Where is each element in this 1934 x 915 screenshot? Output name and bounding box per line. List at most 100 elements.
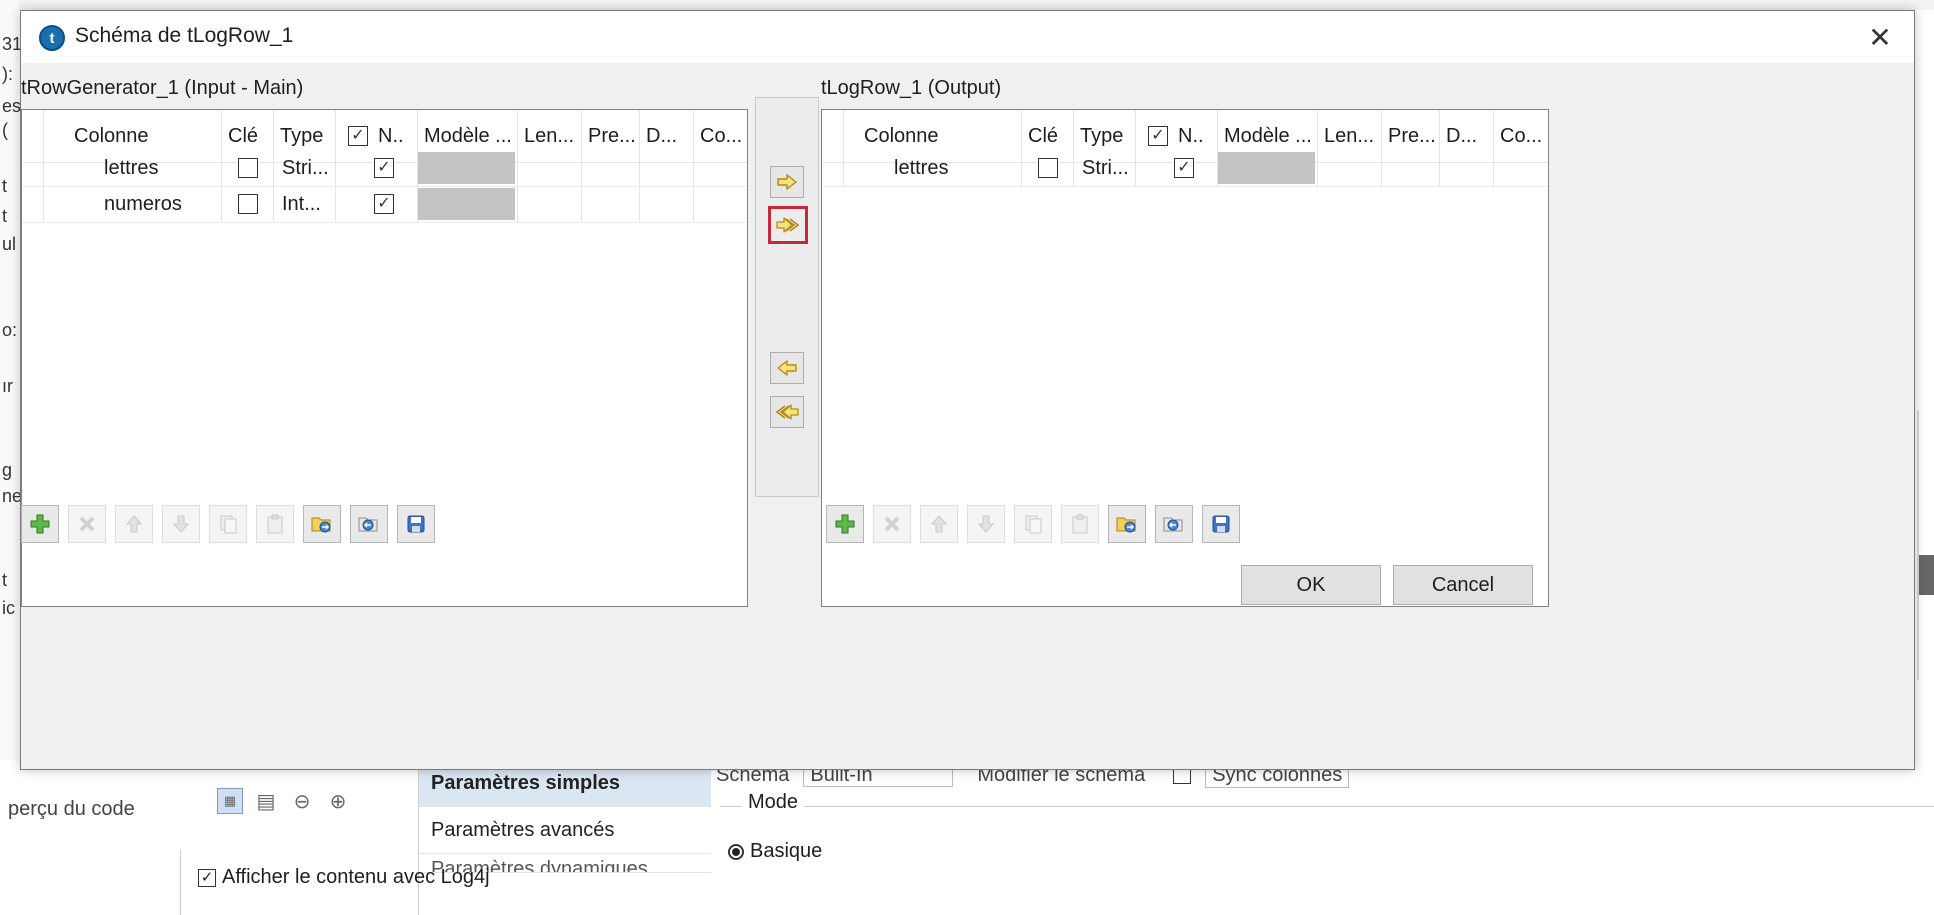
move-down-button[interactable] bbox=[967, 505, 1005, 543]
move-up-icon bbox=[125, 515, 143, 533]
table-row[interactable]: numeros Int... ✓ bbox=[22, 186, 747, 223]
cell-colonne[interactable]: lettres bbox=[44, 150, 222, 186]
move-down-button[interactable] bbox=[162, 505, 200, 543]
delete-row-button[interactable] bbox=[68, 505, 106, 543]
paste-button[interactable] bbox=[256, 505, 294, 543]
paste-icon bbox=[1072, 514, 1088, 534]
copy-selected-right-button[interactable] bbox=[770, 166, 804, 198]
add-row-button[interactable] bbox=[826, 505, 864, 543]
background-text-fragment: t bbox=[2, 206, 8, 226]
expand-icon[interactable]: ⊕ bbox=[325, 788, 351, 814]
cell-nullable[interactable]: ✓ bbox=[336, 150, 418, 186]
arrow-left-icon bbox=[777, 360, 797, 376]
cell-default[interactable] bbox=[1440, 150, 1494, 186]
key-checkbox[interactable] bbox=[1037, 158, 1058, 178]
delete-icon bbox=[79, 516, 95, 532]
dialog-titlebar: t Schéma de tLogRow_1 ✕ bbox=[21, 11, 1914, 63]
log4j-checkbox[interactable]: ✓ bbox=[198, 868, 216, 887]
page-icon[interactable]: ▤ bbox=[253, 788, 279, 814]
move-up-button[interactable] bbox=[115, 505, 153, 543]
paste-button[interactable] bbox=[1061, 505, 1099, 543]
mode-group: Mode bbox=[720, 791, 1934, 847]
cell-type[interactable]: Stri... bbox=[274, 150, 336, 186]
move-up-button[interactable] bbox=[920, 505, 958, 543]
table-row[interactable]: lettres Stri... ✓ bbox=[822, 150, 1548, 187]
tab-parametres-avances[interactable]: Paramètres avancés bbox=[419, 807, 711, 854]
import-button[interactable] bbox=[303, 505, 341, 543]
copy-all-left-button[interactable] bbox=[770, 396, 804, 428]
cell-comment[interactable] bbox=[694, 186, 747, 222]
export-icon bbox=[1163, 517, 1183, 532]
key-checkbox[interactable] bbox=[237, 194, 258, 214]
background-text-fragment: ır bbox=[2, 376, 13, 396]
cell-precision[interactable] bbox=[582, 150, 640, 186]
cell-modele[interactable] bbox=[418, 186, 518, 222]
add-row-button[interactable] bbox=[21, 505, 59, 543]
save-button[interactable] bbox=[1202, 505, 1240, 543]
nullable-all-checkbox[interactable]: ✓ bbox=[1148, 126, 1168, 146]
cell-type[interactable]: Stri... bbox=[1074, 150, 1136, 186]
radio-basique-label: Basique bbox=[750, 840, 823, 862]
cell-length[interactable] bbox=[1318, 150, 1382, 186]
copy-button[interactable] bbox=[1014, 505, 1052, 543]
copy-button[interactable] bbox=[209, 505, 247, 543]
cell-nullable[interactable]: ✓ bbox=[1136, 150, 1218, 186]
background-text-fragment: t bbox=[2, 570, 8, 590]
radio-basique[interactable]: Basique bbox=[728, 840, 822, 863]
apercu-code-label: perçu du code bbox=[8, 798, 135, 820]
copy-selected-left-button[interactable] bbox=[770, 352, 804, 384]
export-button[interactable] bbox=[350, 505, 388, 543]
cell-comment[interactable] bbox=[694, 150, 747, 186]
apercu-toolbar: ▦ ▤ ⊖ ⊕ bbox=[217, 788, 351, 814]
cell-type[interactable]: Int... bbox=[274, 186, 336, 222]
layout-icon[interactable]: ▦ bbox=[217, 788, 243, 814]
nullable-checkbox[interactable]: ✓ bbox=[374, 158, 394, 178]
cancel-button[interactable]: Cancel bbox=[1393, 565, 1533, 605]
background-divider bbox=[180, 850, 181, 915]
input-table-toolbar bbox=[21, 499, 435, 549]
copy-icon bbox=[1025, 515, 1042, 534]
export-icon bbox=[358, 517, 378, 532]
key-checkbox[interactable] bbox=[237, 158, 258, 178]
cell-cle[interactable] bbox=[1022, 150, 1074, 186]
log4j-option[interactable]: ✓ Afficher le contenu avec Log4j bbox=[198, 866, 490, 889]
cell-cle[interactable] bbox=[222, 186, 274, 222]
cell-length[interactable] bbox=[518, 186, 582, 222]
cell-modele[interactable] bbox=[1218, 150, 1318, 186]
cell-cle[interactable] bbox=[222, 150, 274, 186]
nullable-checkbox[interactable]: ✓ bbox=[1174, 158, 1194, 178]
nullable-checkbox[interactable]: ✓ bbox=[374, 194, 394, 214]
cell-length[interactable] bbox=[518, 150, 582, 186]
cell-colonne[interactable]: lettres bbox=[844, 150, 1022, 186]
close-icon[interactable]: ✕ bbox=[1864, 21, 1896, 53]
input-panel-label: tRowGenerator_1 (Input - Main) bbox=[21, 77, 304, 99]
background-scroll-thumb[interactable] bbox=[1919, 555, 1934, 595]
transfer-buttons-column bbox=[755, 97, 819, 497]
move-up-icon bbox=[930, 515, 948, 533]
collapse-icon[interactable]: ⊖ bbox=[289, 788, 315, 814]
cell-modele[interactable] bbox=[418, 150, 518, 186]
arrow-right-icon bbox=[777, 174, 797, 190]
ok-button[interactable]: OK bbox=[1241, 565, 1381, 605]
background-text-fragment: g bbox=[2, 460, 13, 480]
dialog-title: Schéma de tLogRow_1 bbox=[75, 24, 294, 47]
cell-precision[interactable] bbox=[1382, 150, 1440, 186]
export-button[interactable] bbox=[1155, 505, 1193, 543]
table-row[interactable]: lettres Stri... ✓ bbox=[22, 150, 747, 187]
cell-default[interactable] bbox=[640, 150, 694, 186]
radio-selected-icon[interactable] bbox=[728, 843, 744, 860]
save-icon bbox=[1212, 515, 1230, 533]
cell-comment[interactable] bbox=[1494, 150, 1548, 186]
move-down-icon bbox=[172, 515, 190, 533]
nullable-all-checkbox[interactable]: ✓ bbox=[348, 126, 368, 146]
delete-row-button[interactable] bbox=[873, 505, 911, 543]
background-text-fragment: o: bbox=[2, 320, 18, 340]
output-table-toolbar bbox=[826, 499, 1240, 549]
import-button[interactable] bbox=[1108, 505, 1146, 543]
cell-default[interactable] bbox=[640, 186, 694, 222]
copy-all-right-button[interactable] bbox=[768, 206, 808, 244]
cell-colonne[interactable]: numeros bbox=[44, 186, 222, 222]
save-button[interactable] bbox=[397, 505, 435, 543]
cell-precision[interactable] bbox=[582, 186, 640, 222]
cell-nullable[interactable]: ✓ bbox=[336, 186, 418, 222]
